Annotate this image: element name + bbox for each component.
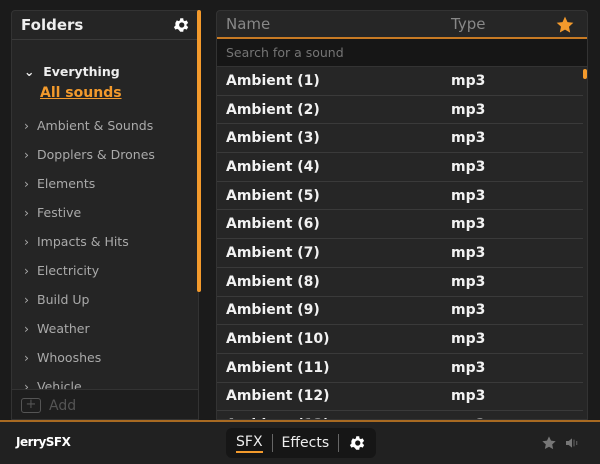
table-row[interactable]: Ambient (9) mp3 xyxy=(217,297,583,326)
volume-icon[interactable] xyxy=(564,435,580,451)
folders-panel: Folders ⌄ Everything All sounds › Ambient… xyxy=(11,10,199,420)
sound-name: Ambient (6) xyxy=(226,216,320,232)
chevron-right-icon: › xyxy=(24,205,29,220)
list-scrollbar-thumb[interactable] xyxy=(583,69,587,79)
table-row[interactable]: Ambient (4) mp3 xyxy=(217,153,583,182)
add-folder-button[interactable]: + Add xyxy=(12,389,199,420)
settings-gear-icon[interactable] xyxy=(348,434,366,452)
folder-everything[interactable]: ⌄ Everything xyxy=(24,64,120,79)
folder-label: Electricity xyxy=(37,263,99,278)
star-icon[interactable] xyxy=(555,15,575,35)
favorites-star-icon[interactable] xyxy=(541,435,557,451)
sound-type: mp3 xyxy=(451,73,485,89)
folder-item[interactable]: › Festive xyxy=(24,205,81,220)
folder-item[interactable]: › Electricity xyxy=(24,263,99,278)
table-row[interactable]: Ambient (1) mp3 xyxy=(217,67,583,96)
chevron-right-icon: › xyxy=(24,263,29,278)
folder-label: Festive xyxy=(37,205,81,220)
folder-label: Ambient & Sounds xyxy=(37,118,153,133)
folder-item[interactable]: › Whooshes xyxy=(24,350,101,365)
sound-name: Ambient (9) xyxy=(226,302,320,318)
gear-icon[interactable] xyxy=(172,16,190,34)
sound-type: mp3 xyxy=(451,188,485,204)
sound-type: mp3 xyxy=(451,159,485,175)
sound-type: mp3 xyxy=(451,245,485,261)
table-row[interactable]: Ambient (5) mp3 xyxy=(217,182,583,211)
table-row[interactable]: Ambient (12) mp3 xyxy=(217,383,583,412)
folder-item[interactable]: › Weather xyxy=(24,321,90,336)
chevron-right-icon: › xyxy=(24,292,29,307)
table-row[interactable]: Ambient (13)mp3 xyxy=(217,411,583,420)
sound-type: mp3 xyxy=(451,331,485,347)
sound-name: Ambient (4) xyxy=(226,159,320,175)
sound-type: mp3 xyxy=(451,388,485,404)
sound-type: mp3 xyxy=(451,102,485,118)
folders-scrollbar[interactable] xyxy=(197,10,201,292)
divider xyxy=(338,434,339,452)
search-input[interactable] xyxy=(217,39,587,67)
table-row[interactable]: Ambient (6) mp3 xyxy=(217,210,583,239)
sound-name: Ambient (3) xyxy=(226,130,320,146)
folder-label: Build Up xyxy=(37,292,89,307)
folder-label: Elements xyxy=(37,176,95,191)
list-header: Name Type xyxy=(217,11,587,39)
bottom-bar: JerrySFX SFX Effects xyxy=(0,420,600,464)
sound-name: Ambient (5) xyxy=(226,188,320,204)
folders-title: Folders xyxy=(21,16,83,34)
chevron-right-icon: › xyxy=(24,321,29,336)
sound-type: mp3 xyxy=(451,302,485,318)
sound-type: mp3 xyxy=(451,216,485,232)
tab-effects[interactable]: Effects xyxy=(282,435,330,451)
table-row[interactable]: Ambient (2) mp3 xyxy=(217,96,583,125)
folder-label: Weather xyxy=(37,321,90,336)
chevron-right-icon: › xyxy=(24,350,29,365)
sound-name: Ambient (7) xyxy=(226,245,320,261)
folder-item[interactable]: › Build Up xyxy=(24,292,89,307)
mode-switcher: SFX Effects xyxy=(226,428,376,458)
folder-item[interactable]: › Dopplers & Drones xyxy=(24,147,155,162)
sound-name: Ambient (10) xyxy=(226,331,330,347)
chevron-right-icon: › xyxy=(24,176,29,191)
brand-logo: JerrySFX xyxy=(16,435,70,449)
folder-label: Impacts & Hits xyxy=(37,234,129,249)
folder-item[interactable]: › Ambient & Sounds xyxy=(24,118,153,133)
table-row[interactable]: Ambient (7) mp3 xyxy=(217,239,583,268)
sound-name: Ambient (11) xyxy=(226,360,330,376)
folder-everything-label: Everything xyxy=(43,64,119,79)
col-name-header[interactable]: Name xyxy=(226,15,270,33)
all-sounds-link[interactable]: All sounds xyxy=(40,85,122,101)
folder-label: Dopplers & Drones xyxy=(37,147,155,162)
table-row[interactable]: Ambient (3) mp3 xyxy=(217,124,583,153)
sound-type: mp3 xyxy=(451,360,485,376)
sound-type: mp3 xyxy=(451,274,485,290)
table-row[interactable]: Ambient (11) mp3 xyxy=(217,354,583,383)
folder-item[interactable]: › Elements xyxy=(24,176,95,191)
folder-label: Whooshes xyxy=(37,350,101,365)
col-type-header[interactable]: Type xyxy=(451,15,485,33)
add-folder-icon: + xyxy=(21,398,41,413)
sound-name: Ambient (1) xyxy=(226,73,320,89)
folder-item[interactable]: › Impacts & Hits xyxy=(24,234,129,249)
tab-sfx[interactable]: SFX xyxy=(236,434,263,453)
table-row[interactable]: Ambient (10) mp3 xyxy=(217,325,583,354)
chevron-right-icon: › xyxy=(24,234,29,249)
chevron-right-icon: › xyxy=(24,118,29,133)
sound-list-panel: Name Type Ambient (1)mp3Ambient (2)mp3Am… xyxy=(216,10,588,420)
table-row[interactable]: Ambient (8) mp3 xyxy=(217,268,583,297)
divider xyxy=(272,434,273,452)
sound-name: Ambient (8) xyxy=(226,274,320,290)
sound-name: Ambient (2) xyxy=(226,102,320,118)
sound-name: Ambient (12) xyxy=(226,388,330,404)
chevron-right-icon: › xyxy=(24,147,29,162)
add-label: Add xyxy=(49,398,76,414)
folders-header: Folders xyxy=(12,11,198,40)
sound-type: mp3 xyxy=(451,130,485,146)
